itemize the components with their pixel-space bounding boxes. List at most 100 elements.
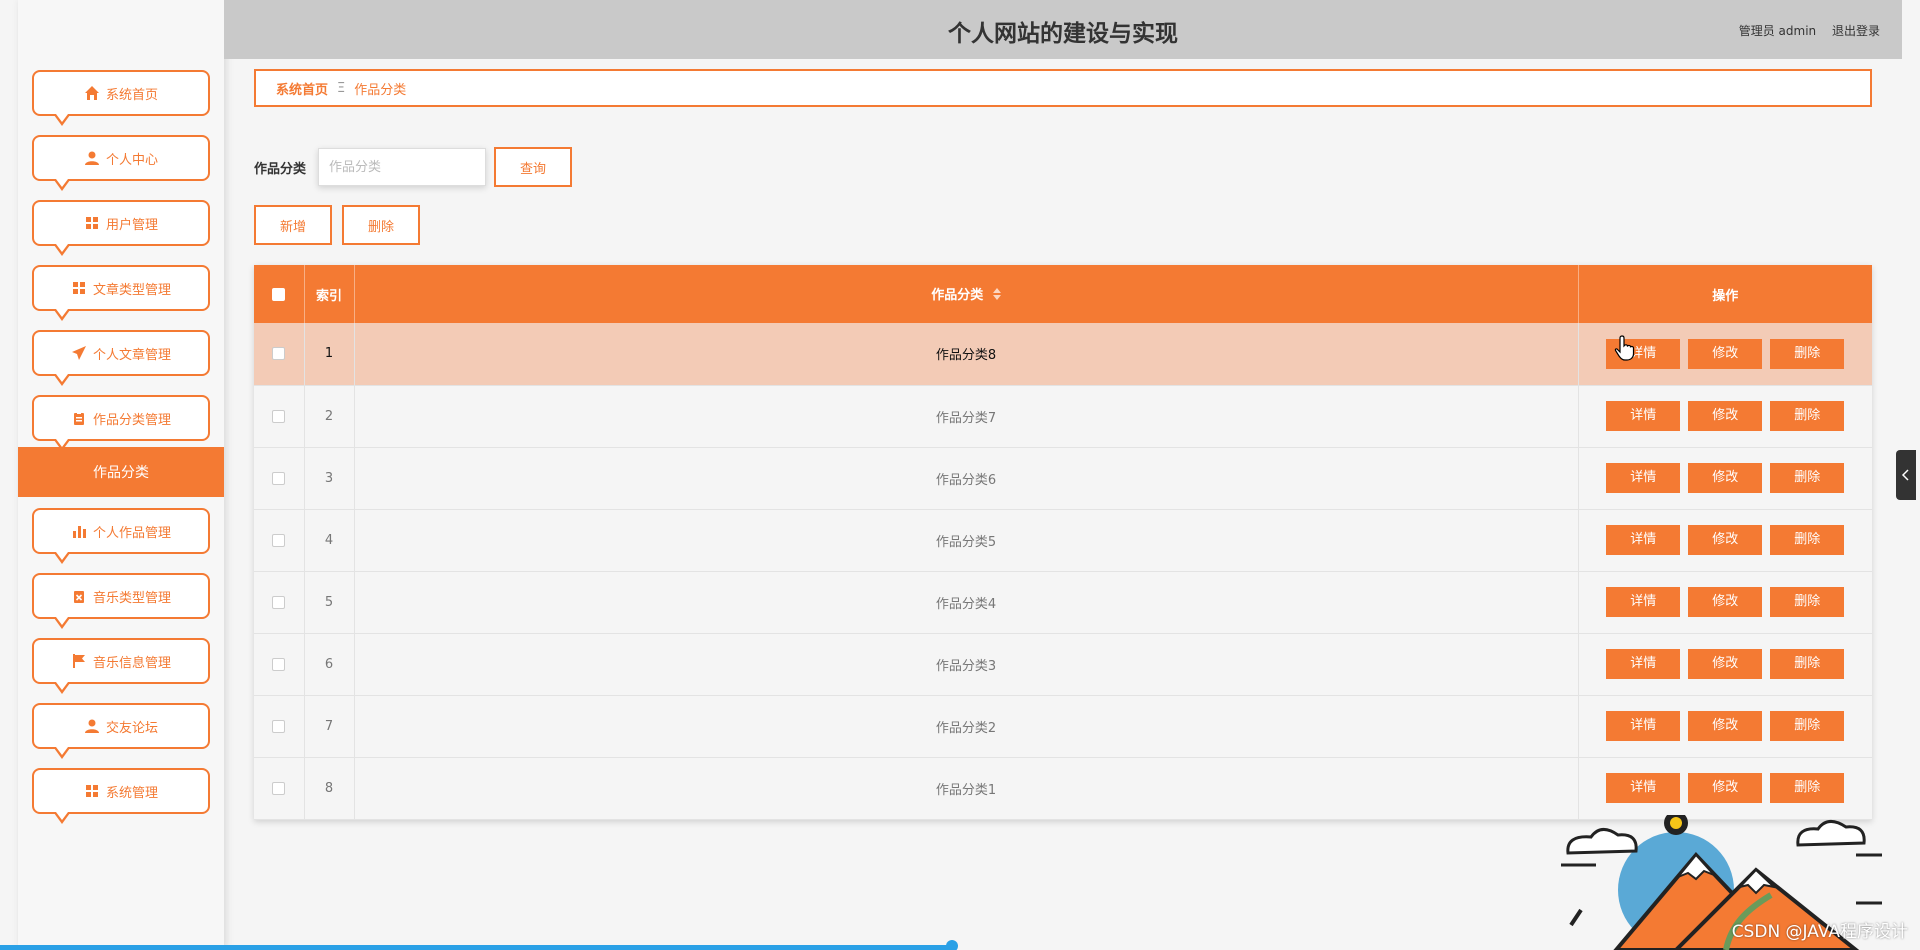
sidebar-item-music-info[interactable]: 音乐信息管理 — [32, 638, 210, 694]
header-user-area: 管理员 admin 退出登录 — [1727, 22, 1880, 39]
sidebar: 系统首页 个人中心 用户管理 文章类型管理 个人文章管理 作品分类管理 作品分类… — [18, 0, 224, 950]
header-ops: 操作 — [1712, 288, 1739, 304]
edit-button[interactable]: 修改 — [1688, 525, 1763, 555]
detail-button[interactable]: 详情 — [1606, 463, 1681, 493]
row-checkbox-cell — [254, 695, 305, 757]
delete-button[interactable]: 删除 — [1770, 525, 1845, 555]
delete-button[interactable]: 删除 — [1770, 463, 1845, 493]
batch-delete-button[interactable]: 删除 — [342, 205, 420, 245]
detail-button[interactable]: 详情 — [1606, 711, 1681, 741]
row-checkbox-cell — [254, 385, 305, 447]
row-checkbox-cell — [254, 323, 305, 385]
sidebar-item-personal-center[interactable]: 个人中心 — [32, 135, 210, 191]
detail-button[interactable]: 详情 — [1606, 401, 1681, 431]
row-category: 作品分类8 — [354, 323, 1579, 385]
detail-button[interactable]: 详情 — [1606, 649, 1681, 679]
row-index: 7 — [304, 695, 355, 757]
row-checkbox[interactable] — [272, 719, 286, 733]
edit-button[interactable]: 修改 — [1688, 401, 1763, 431]
row-index: 3 — [304, 447, 355, 509]
delete-button[interactable]: 删除 — [1770, 338, 1845, 369]
edit-button[interactable]: 修改 — [1688, 463, 1763, 493]
breadcrumb-separator: Ξ — [337, 80, 346, 96]
row-checkbox[interactable] — [272, 471, 286, 485]
row-index: 1 — [304, 323, 355, 385]
bottom-progress-bar — [0, 945, 952, 950]
chevron-left-icon — [1901, 469, 1909, 481]
table-row: 3 作品分类6 详情 修改 删除 — [254, 447, 1872, 509]
table-header-row: 索引 作品分类 操作 — [254, 265, 1872, 323]
add-button[interactable]: 新增 — [254, 205, 332, 245]
logout-link[interactable]: 退出登录 — [1832, 24, 1880, 38]
sidebar-item-work-category-management[interactable]: 作品分类管理 — [32, 395, 210, 451]
edit-button[interactable]: 修改 — [1688, 587, 1763, 617]
row-checkbox-cell — [254, 571, 305, 633]
table-row: 2 作品分类7 详情 修改 删除 — [254, 385, 1872, 447]
submenu-item-work-category[interactable]: 作品分类 — [18, 447, 224, 497]
row-checkbox-cell — [254, 757, 305, 819]
row-checkbox[interactable] — [272, 595, 286, 609]
sort-icon[interactable] — [992, 287, 1001, 304]
sidebar-item-music-type[interactable]: 音乐类型管理 — [32, 573, 210, 629]
row-ops: 详情 修改 删除 — [1578, 447, 1872, 509]
sidebar-item-forum[interactable]: 交友论坛 — [32, 703, 210, 759]
row-checkbox-cell — [254, 509, 305, 571]
header-category[interactable]: 作品分类 — [354, 265, 1579, 323]
table-row: 8 作品分类1 详情 修改 删除 — [254, 757, 1872, 819]
flag-icon — [71, 653, 87, 669]
row-checkbox[interactable] — [272, 657, 286, 671]
search-label: 作品分类 — [254, 162, 307, 177]
row-category: 作品分类1 — [354, 757, 1579, 819]
row-checkbox[interactable] — [272, 347, 286, 361]
table-row: 6 作品分类3 详情 修改 删除 — [254, 633, 1872, 695]
row-ops: 详情 修改 删除 — [1578, 385, 1872, 447]
user-icon — [84, 150, 100, 166]
delete-button[interactable]: 删除 — [1770, 773, 1845, 803]
detail-button[interactable]: 详情 — [1606, 773, 1681, 803]
watermark: CSDN @JAVA程序设计 — [1731, 922, 1908, 942]
sidebar-item-label: 系统管理 — [105, 785, 158, 801]
row-ops: 详情 修改 删除 — [1578, 757, 1872, 819]
row-checkbox[interactable] — [272, 409, 286, 423]
row-index: 5 — [304, 571, 355, 633]
row-checkbox[interactable] — [272, 533, 286, 547]
top-header: 个人网站的建设与实现 管理员 admin 退出登录 — [224, 0, 1902, 59]
breadcrumb-home[interactable]: 系统首页 — [276, 79, 328, 98]
grid-icon — [84, 215, 100, 231]
delete-button[interactable]: 删除 — [1770, 649, 1845, 679]
sidebar-item-label: 个人文章管理 — [92, 347, 171, 363]
sidebar-item-user-management[interactable]: 用户管理 — [32, 200, 210, 256]
search-input[interactable] — [318, 148, 486, 186]
edit-button[interactable]: 修改 — [1688, 338, 1763, 369]
row-checkbox[interactable] — [272, 781, 286, 795]
edit-button[interactable]: 修改 — [1688, 649, 1763, 679]
edit-button[interactable]: 修改 — [1688, 711, 1763, 741]
home-icon — [84, 85, 100, 101]
sidebar-item-label: 用户管理 — [105, 217, 158, 233]
delete-button[interactable]: 删除 — [1770, 711, 1845, 741]
delete-button[interactable]: 删除 — [1770, 587, 1845, 617]
header-category-label: 作品分类 — [931, 288, 984, 304]
progress-knob[interactable] — [946, 940, 958, 950]
delete-button[interactable]: 删除 — [1770, 401, 1845, 431]
sidebar-item-home[interactable]: 系统首页 — [32, 70, 210, 126]
breadcrumb-current: 作品分类 — [354, 82, 407, 98]
sidebar-item-system-management[interactable]: 系统管理 — [32, 768, 210, 824]
row-ops: 详情 修改 删除 — [1578, 633, 1872, 695]
select-all-checkbox[interactable] — [272, 287, 286, 301]
table-row: 7 作品分类2 详情 修改 删除 — [254, 695, 1872, 757]
row-checkbox-cell — [254, 447, 305, 509]
sidebar-item-personal-works[interactable]: 个人作品管理 — [32, 508, 210, 564]
collapse-toggle[interactable] — [1896, 450, 1916, 500]
query-button[interactable]: 查询 — [494, 147, 572, 187]
header-index: 索引 — [304, 265, 355, 323]
row-checkbox-cell — [254, 633, 305, 695]
row-category: 作品分类3 — [354, 633, 1579, 695]
detail-button[interactable]: 详情 — [1606, 587, 1681, 617]
sidebar-item-personal-article[interactable]: 个人文章管理 — [32, 330, 210, 386]
edit-button[interactable]: 修改 — [1688, 773, 1763, 803]
grid-icon — [71, 280, 87, 296]
detail-button[interactable]: 详情 — [1606, 525, 1681, 555]
sidebar-item-article-type[interactable]: 文章类型管理 — [32, 265, 210, 321]
clipboard-icon — [71, 410, 87, 426]
